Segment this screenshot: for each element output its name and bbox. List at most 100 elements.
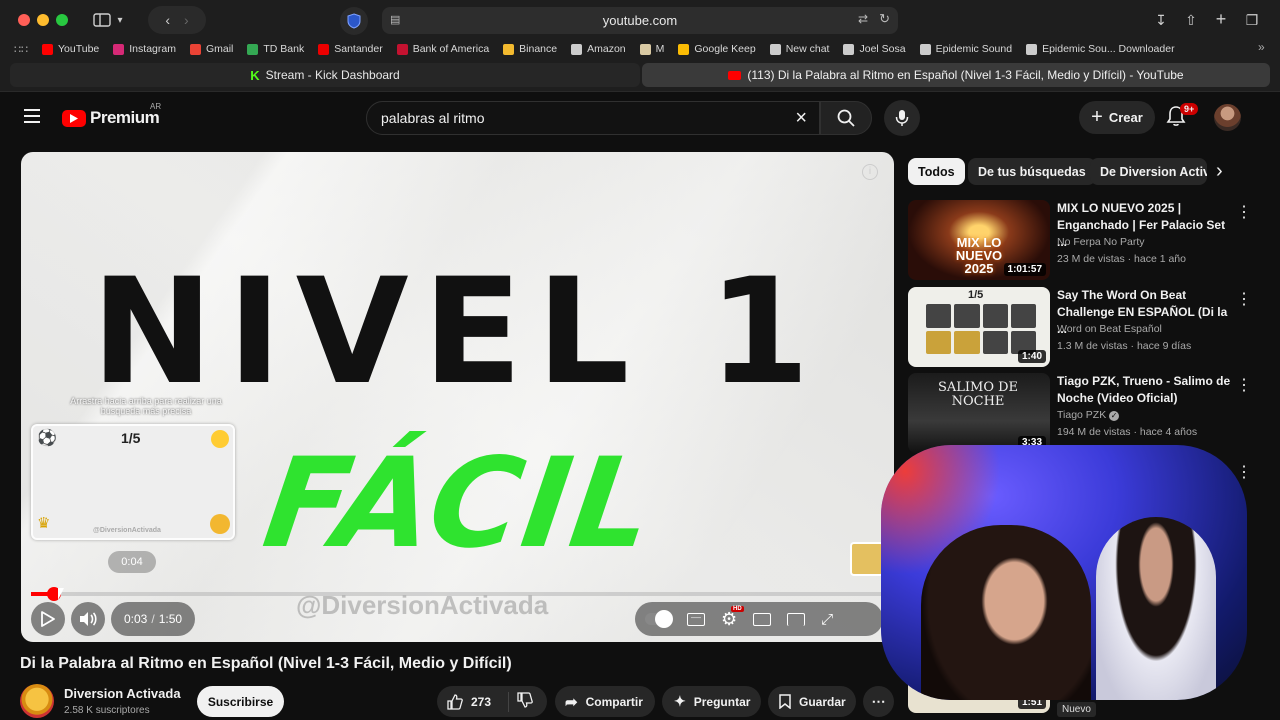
santander-icon	[318, 43, 330, 55]
bookmark-epidemic-sound[interactable]: Epidemic Sound	[919, 43, 1012, 55]
video-thumbnail[interactable]: MIX LO NUEVO 2025 1:01:57	[908, 200, 1050, 280]
volume-button[interactable]	[71, 602, 105, 636]
player-controls-right: ── ⚙ HD ⤢	[635, 602, 883, 636]
forward-icon[interactable]: ›	[184, 12, 189, 28]
progress-bar[interactable]	[31, 587, 884, 601]
airplay-icon[interactable]	[787, 612, 806, 626]
browser-chrome: ▾ ‹ › ▤ youtube.com ⇄ ↻ ↧ ⇧ + ❐ ∷∷ YouTu…	[0, 0, 1280, 92]
menu-icon[interactable]	[24, 109, 40, 123]
tab-overview-icon[interactable]: ❐	[1243, 10, 1261, 30]
autoplay-toggle[interactable]	[645, 610, 673, 628]
youtube-icon	[42, 43, 53, 55]
bookmark-santander[interactable]: Santander	[318, 43, 383, 55]
bookmark-td-bank[interactable]: TD Bank	[247, 43, 304, 55]
chips-next-icon[interactable]: ›	[1216, 160, 1223, 183]
downloads-icon[interactable]: ↧	[1152, 10, 1170, 30]
share-button[interactable]: ➦ Compartir	[555, 686, 655, 717]
subscribe-button[interactable]: Suscribirse	[197, 686, 284, 717]
more-options-icon[interactable]: ⋮	[1236, 289, 1252, 309]
chip-all[interactable]: Todos	[908, 158, 965, 185]
plus-icon: +	[1091, 106, 1103, 128]
settings-icon[interactable]: ⚙ HD	[721, 605, 744, 630]
youtube-logo[interactable]: Premium AR	[62, 102, 161, 128]
bookmark-epidemic-downloader[interactable]: Epidemic Sou... Downloader	[1026, 43, 1175, 55]
bookmark-new-chat[interactable]: New chat	[769, 43, 829, 55]
video-thumbnail[interactable]: 1/5 1:40	[908, 287, 1050, 367]
channel-name[interactable]: Tiago PZK ✓	[1057, 409, 1120, 421]
mascot-sticker	[850, 542, 884, 576]
voice-search-button[interactable]	[884, 100, 920, 136]
search-button[interactable]	[820, 101, 872, 135]
share-icon[interactable]: ⇧	[1182, 10, 1200, 30]
like-button[interactable]: 273	[437, 691, 509, 712]
more-actions-button[interactable]: ⋯	[863, 686, 894, 717]
subtitles-icon[interactable]: ──	[687, 612, 705, 626]
maximize-window-button[interactable]	[56, 14, 68, 26]
page-info-icon[interactable]: ▤	[390, 13, 400, 26]
new-tab-icon[interactable]: +	[1212, 8, 1230, 30]
amazon-icon	[571, 43, 583, 55]
create-button[interactable]: + Crear	[1079, 101, 1155, 134]
clear-search-icon[interactable]: ×	[795, 107, 807, 130]
tab-kick-dashboard[interactable]: K Stream - Kick Dashboard	[10, 63, 640, 87]
notifications-button[interactable]: 9+	[1166, 103, 1199, 131]
bookmark-m[interactable]: M	[639, 43, 664, 55]
autoplay-knob-icon	[655, 610, 673, 628]
sidebar-toggle-icon[interactable]: ▾	[88, 10, 128, 30]
tab-youtube-active[interactable]: (113) Di la Palabra al Ritmo en Español …	[642, 63, 1270, 87]
list-item[interactable]: SALIMO DE NOCHE 3:33 Tiago PZK, Trueno -…	[908, 373, 1268, 453]
apps-grid-icon[interactable]: ∷∷	[14, 43, 28, 56]
chip-from-channel[interactable]: De Diversion Activa	[1090, 158, 1207, 185]
minimize-window-button[interactable]	[37, 14, 49, 26]
reload-icon[interactable]: ↻	[879, 11, 890, 27]
chip-from-searches[interactable]: De tus búsquedas	[968, 158, 1096, 185]
notification-badge: 9+	[1180, 103, 1199, 115]
bookmark-instagram[interactable]: Instagram	[113, 43, 176, 55]
fullscreen-icon[interactable]: ⤢	[821, 611, 833, 628]
region-code: AR	[150, 102, 162, 111]
thumbs-down-icon	[517, 692, 533, 708]
bookmark-bank-of-america[interactable]: Bank of America	[396, 43, 489, 55]
bookmark-youtube[interactable]: YouTube	[42, 43, 99, 55]
info-icon[interactable]: i	[862, 164, 878, 180]
ask-button[interactable]: ✦ Preguntar	[662, 686, 761, 717]
search-input[interactable]: palabras al ritmo ×	[366, 101, 820, 135]
thumbs-up-icon	[447, 693, 463, 710]
more-options-icon[interactable]: ⋮	[1236, 202, 1252, 222]
translate-icon[interactable]: ⇄	[858, 12, 868, 26]
address-bar[interactable]: ▤ youtube.com ⇄ ↻	[382, 7, 898, 34]
bookmark-joel-sosa[interactable]: Joel Sosa	[843, 43, 906, 55]
back-icon[interactable]: ‹	[165, 12, 170, 28]
channel-name[interactable]: Diversion Activada	[64, 686, 181, 701]
miniplayer-icon[interactable]	[753, 612, 772, 626]
bookmark-icon	[779, 694, 791, 709]
youtube-icon	[728, 70, 742, 80]
bookmark-google-keep[interactable]: Google Keep	[678, 43, 756, 55]
avatar[interactable]	[1214, 104, 1241, 131]
close-window-button[interactable]	[18, 14, 30, 26]
list-item[interactable]: 1/5 1:40 Say The Word On Beat Challenge …	[908, 287, 1268, 367]
channel-name[interactable]: No Ferpa No Party	[1057, 236, 1145, 248]
play-button[interactable]	[31, 602, 65, 636]
page-icon	[843, 43, 855, 55]
video-meta: 23 M de vistas · hace 1 año	[1057, 253, 1186, 265]
soccer-ball-icon: ⚽	[37, 430, 57, 447]
more-bookmarks-icon[interactable]: »	[1258, 40, 1265, 54]
video-player[interactable]: i NIVEL 1 FÁCIL @DiversionActivada Arras…	[21, 152, 894, 642]
video-title: Di la Palabra al Ritmo en Español (Nivel…	[20, 655, 512, 672]
channel-name[interactable]: Word on Beat Español	[1057, 323, 1162, 335]
list-item[interactable]: MIX LO NUEVO 2025 1:01:57 MIX LO NUEVO 2…	[908, 200, 1268, 280]
bookmark-gmail[interactable]: Gmail	[189, 43, 233, 55]
bookmark-binance[interactable]: Binance	[503, 43, 557, 55]
video-thumbnail[interactable]: SALIMO DE NOCHE 3:33	[908, 373, 1050, 453]
td-bank-icon	[247, 43, 259, 55]
save-button[interactable]: Guardar	[768, 686, 856, 717]
video-duration: 1:40	[1017, 350, 1046, 363]
extension-shield-icon[interactable]	[340, 7, 368, 35]
channel-avatar[interactable]	[20, 684, 54, 718]
bookmark-amazon[interactable]: Amazon	[571, 43, 626, 55]
video-title[interactable]: Tiago PZK, Trueno - Salimo de Noche (Vid…	[1057, 373, 1237, 407]
m-icon	[639, 43, 651, 55]
more-options-icon[interactable]: ⋮	[1236, 375, 1252, 395]
dislike-button[interactable]	[509, 692, 533, 711]
